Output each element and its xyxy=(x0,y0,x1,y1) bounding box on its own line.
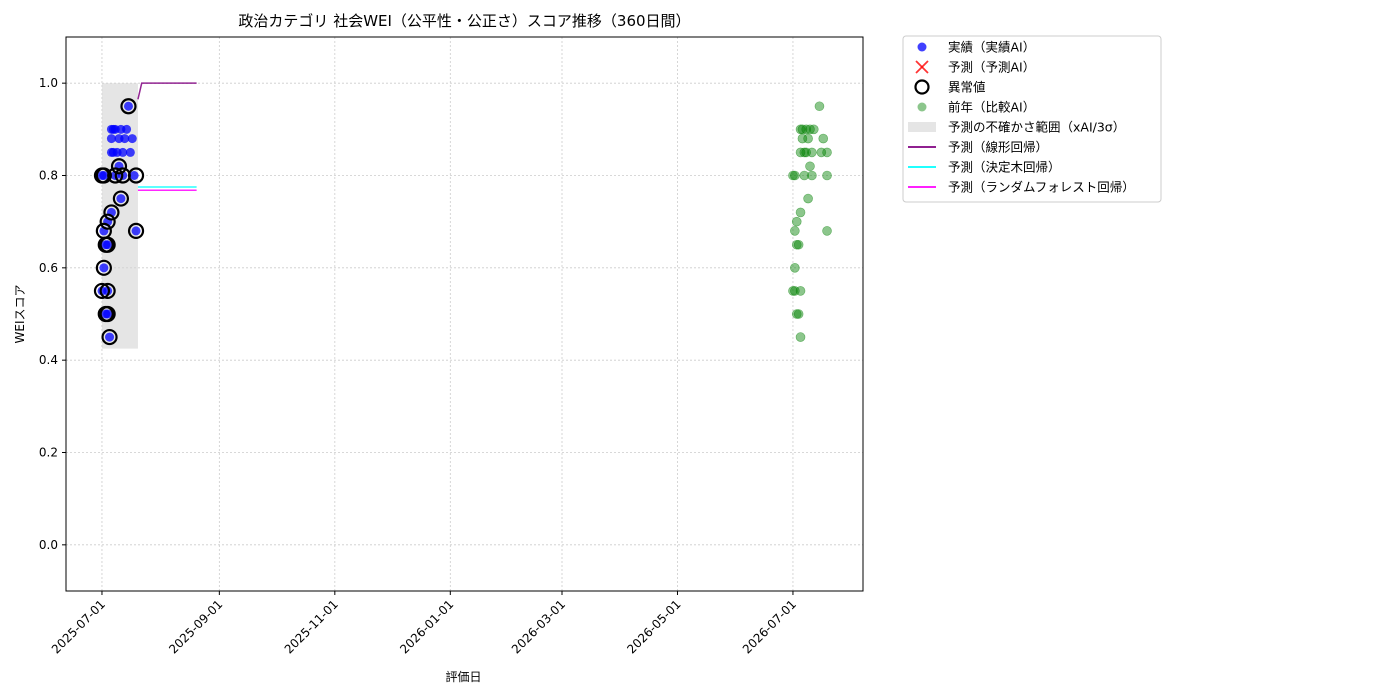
y-tick-label: 0.2 xyxy=(39,446,58,460)
chart-title: 政治カテゴリ 社会WEI（公平性・公正さ）スコア推移（360日間） xyxy=(238,12,690,30)
x-tick-label: 2026-03-01 xyxy=(509,597,568,656)
legend-label: 予測（ランダムフォレスト回帰） xyxy=(948,180,1135,195)
uncertainty-band-layer xyxy=(101,83,138,349)
x-tick-label: 2025-07-01 xyxy=(49,597,108,656)
y-tick-label: 0.8 xyxy=(39,169,58,183)
previous-year-point xyxy=(822,170,832,181)
actual-point xyxy=(127,134,137,144)
forecast-line xyxy=(137,82,197,100)
actual-point xyxy=(99,263,109,273)
y-tick-label: 0.6 xyxy=(39,261,58,275)
previous-year-point xyxy=(808,124,819,135)
data-points-layer xyxy=(93,98,832,346)
previous-year-point xyxy=(803,193,813,204)
previous-year-point xyxy=(795,332,806,342)
actual-point xyxy=(116,194,126,204)
axis-ticks: 0.0 0.2 0.4 0.6 0.8 1.0 2025-07-01 2025-09-01 20… xyxy=(39,76,799,656)
previous-year-point xyxy=(814,101,825,112)
previous-year-point xyxy=(822,147,832,158)
chart: 0.0 0.2 0.4 0.6 0.8 1.0 2025-07-01 2025-09-01 20… xyxy=(13,12,1162,684)
previous-year-point xyxy=(793,309,804,319)
previous-year-point xyxy=(803,133,813,144)
legend-marker-dot xyxy=(917,42,927,52)
legend-label: 予測の不確かさ範囲（xAI/3σ） xyxy=(948,120,1125,135)
legend: 実績（実績AI） 予測（予測AI） 異常値前年（比較AI） 予測の不確かさ範囲（xAI… xyxy=(902,35,1162,203)
x-tick-label: 2026-01-01 xyxy=(397,597,456,656)
legend-label: 予測（予測AI） xyxy=(948,60,1035,75)
legend-label: 前年（比較AI） xyxy=(948,100,1035,115)
legend-label: 予測（決定木回帰） xyxy=(948,160,1061,175)
x-tick-label: 2026-07-01 xyxy=(740,597,799,656)
previous-year-point xyxy=(807,170,817,181)
previous-year-point xyxy=(791,216,802,227)
uncertainty-band xyxy=(101,83,138,349)
previous-year-point xyxy=(790,170,800,181)
previous-year-point xyxy=(790,226,800,236)
y-tick-label: 0.0 xyxy=(39,538,58,552)
x-tick-label: 2025-11-01 xyxy=(282,597,341,656)
legend-label: 実績（実績AI） xyxy=(948,40,1035,55)
actual-point xyxy=(105,332,115,342)
previous-year-point xyxy=(793,239,804,250)
y-tick-label: 1.0 xyxy=(39,76,58,90)
x-axis-label: 評価日 xyxy=(445,669,481,684)
previous-year-point xyxy=(795,286,806,296)
forecast-lines-layer xyxy=(137,82,197,192)
actual-point xyxy=(122,124,132,134)
actual-point xyxy=(125,147,135,157)
previous-year-point xyxy=(805,161,815,172)
legend-marker-dot xyxy=(917,102,927,112)
legend-label: 異常値 xyxy=(948,80,986,95)
previous-year-point xyxy=(818,133,829,144)
grid xyxy=(66,37,863,591)
previous-year-point xyxy=(807,147,817,158)
legend-marker-band xyxy=(908,122,936,132)
previous-year-point xyxy=(822,226,832,236)
y-axis-label: WEIスコア xyxy=(13,285,27,344)
actual-point xyxy=(131,226,141,236)
plot-area-frame xyxy=(65,36,864,592)
legend-label: 予測（線形回帰） xyxy=(948,140,1048,155)
actual-point xyxy=(123,101,133,111)
y-tick-label: 0.4 xyxy=(39,353,58,367)
x-tick-label: 2025-09-01 xyxy=(166,597,225,656)
x-tick-label: 2026-05-01 xyxy=(624,597,683,656)
previous-year-point xyxy=(795,207,806,218)
previous-year-point xyxy=(790,263,800,273)
